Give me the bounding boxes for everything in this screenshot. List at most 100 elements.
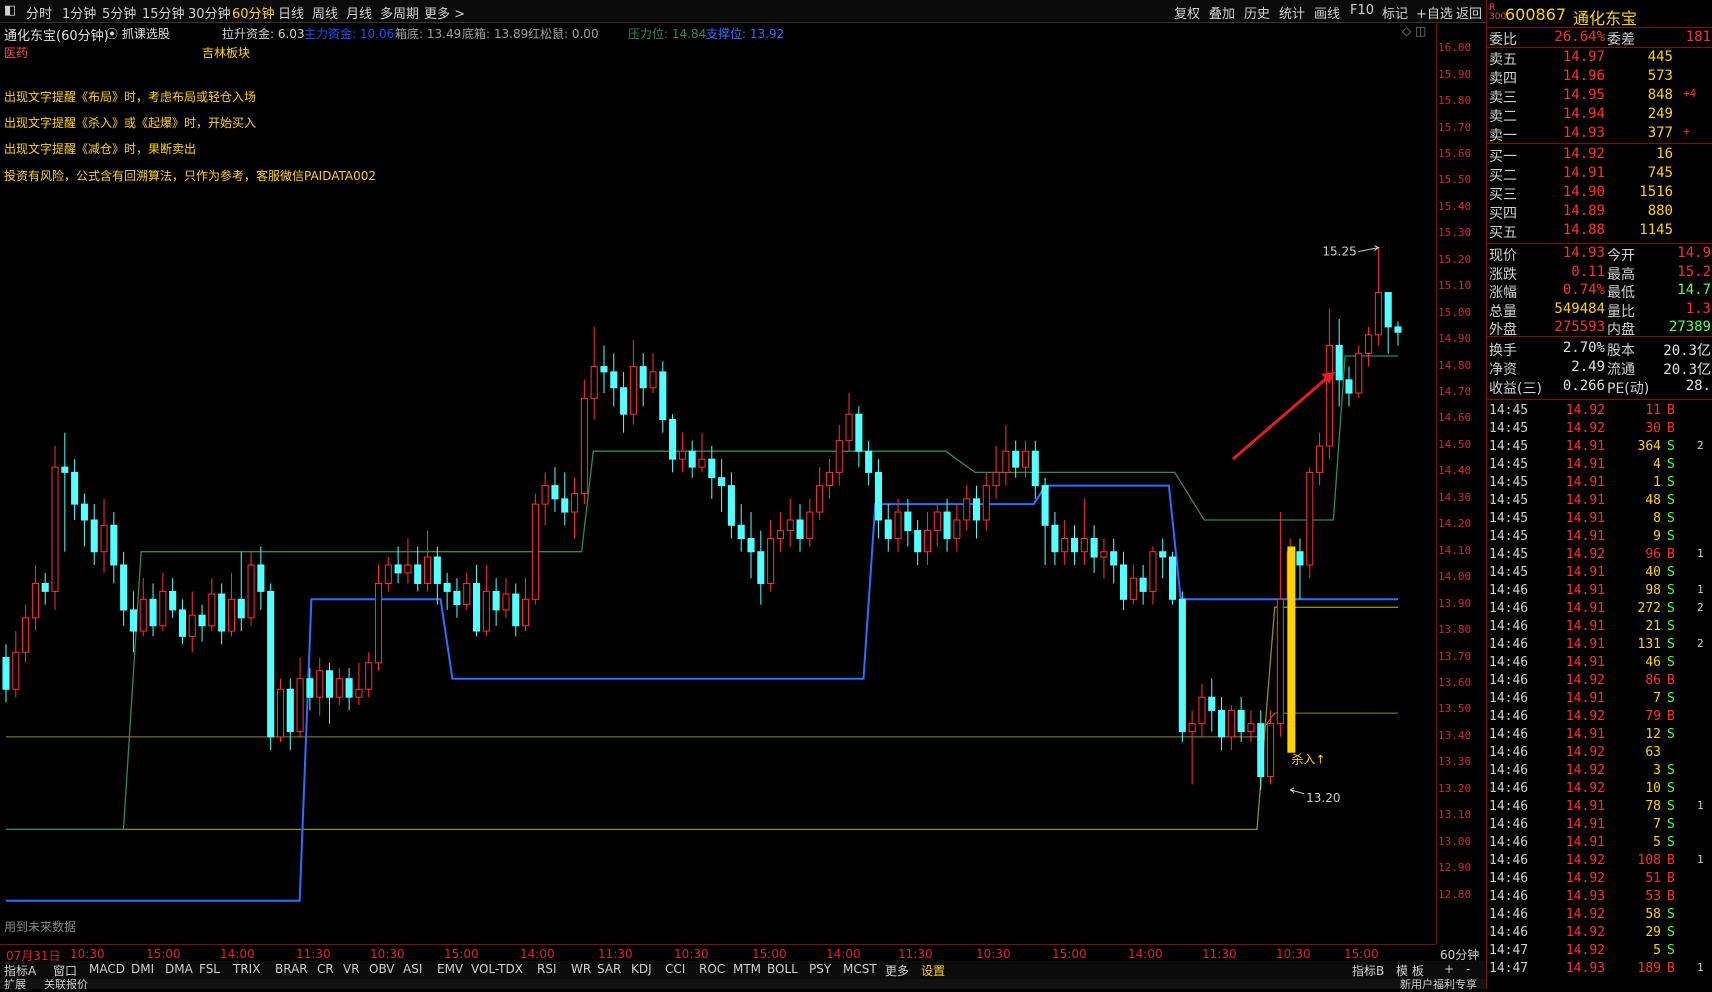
tab-15min[interactable]: 15分钟 [142, 3, 185, 22]
stats-button[interactable]: 统计 [1279, 3, 1305, 22]
overlay-button[interactable]: 叠加 [1209, 3, 1235, 22]
tick-time: 14:46 [1489, 799, 1529, 814]
tick-side: S [1667, 781, 1675, 796]
tab-multi-period[interactable]: 多周期 [380, 3, 419, 22]
tick-volume: 98 [1645, 583, 1661, 598]
tick-time: 14:46 [1489, 655, 1529, 670]
window-icon[interactable]: ◧ [4, 3, 16, 18]
indicator-tab-20[interactable]: MTM [733, 962, 761, 976]
candle-body [1227, 709, 1235, 738]
ask-label: 卖一 [1489, 128, 1517, 144]
low-marker-arrow [1289, 787, 1305, 795]
tick-side: S [1667, 655, 1675, 670]
indicator-tab-10[interactable]: OBV [369, 962, 395, 976]
tick-time: 14:46 [1489, 817, 1529, 832]
draw-line-button[interactable]: 画线 [1314, 3, 1340, 22]
candle-body [169, 590, 177, 611]
tab-fenshi[interactable]: 分时 [26, 3, 52, 22]
price-tick: 13.70 [1438, 649, 1472, 663]
indicator-tab-7[interactable]: BRAR [275, 962, 308, 976]
candle-body [218, 593, 226, 632]
tick-price: 14.92 [1565, 907, 1605, 922]
time-tick: 10:30 [976, 947, 1011, 961]
time-tick: 15:00 [752, 947, 787, 961]
tab-5min[interactable]: 5分钟 [102, 3, 136, 22]
indicator-tab-11[interactable]: ASI [403, 962, 422, 976]
candle-body [31, 582, 39, 619]
tab-weekly[interactable]: 周线 [312, 3, 338, 22]
back-button[interactable]: 返回 [1456, 3, 1482, 22]
f10-button[interactable]: F10 [1350, 3, 1374, 18]
indicator-tab-23[interactable]: MCST [843, 962, 877, 976]
add-watchlist-button[interactable]: +自选 [1416, 3, 1453, 22]
candle-body [776, 530, 784, 540]
indicator-right-2[interactable]: + [1444, 962, 1454, 976]
candle-body [384, 564, 392, 584]
bid-volume: 1145 [1639, 222, 1673, 238]
status-bar: 扩展 关联报价 新用户福利专享 [0, 976, 1712, 992]
indicator-right-0[interactable]: 指标B [1352, 962, 1384, 979]
mark-button[interactable]: 标记 [1382, 3, 1408, 22]
candle-body [512, 593, 520, 627]
indicator-tab-21[interactable]: BOLL [767, 962, 798, 976]
tick-price: 14.91 [1565, 475, 1605, 490]
indicator-tab-17[interactable]: KDJ [631, 962, 652, 976]
new-user-promo[interactable]: 新用户福利专享 [1400, 976, 1477, 992]
tab-monthly[interactable]: 月线 [346, 3, 372, 22]
candle-body [110, 524, 118, 566]
tick-price: 14.91 [1565, 601, 1605, 616]
tick-time: 14:46 [1489, 673, 1529, 688]
tick-time: 14:45 [1489, 547, 1529, 562]
tab-more[interactable]: 更多 > [424, 3, 465, 22]
indicator-tab-9[interactable]: VR [343, 962, 360, 976]
indicator-tab-16[interactable]: SAR [597, 962, 621, 976]
candle-body [1110, 551, 1118, 566]
stat-label: 涨跌 [1489, 266, 1517, 283]
tick-volume: 3 [1653, 763, 1661, 778]
stat-value: 2.70% [1562, 340, 1605, 356]
indicator-tab-19[interactable]: ROC [699, 962, 725, 976]
tick-volume: 51 [1645, 871, 1661, 886]
tick-count: 1 [1697, 547, 1704, 560]
candle-body [139, 598, 147, 632]
fuquan-button[interactable]: 复权 [1174, 3, 1200, 22]
indicator-right-3[interactable]: - [1466, 962, 1470, 976]
indicator-tab-15[interactable]: WR [571, 962, 591, 976]
related-quote-button[interactable]: 关联报价 [44, 976, 88, 992]
candlestick-chart[interactable]: 15.25 13.20 杀入↑ [0, 22, 1436, 944]
tab-30min[interactable]: 30分钟 [188, 3, 231, 22]
candle-body [923, 530, 932, 553]
indicator-tab-8[interactable]: CR [317, 962, 334, 976]
candle-body [345, 678, 353, 698]
indicator-tab-25[interactable]: 设置 [921, 962, 945, 979]
tab-daily[interactable]: 日线 [278, 3, 304, 22]
quote-panel: R 300 600867 通化东宝 委比 26.64% 委差 181 卖五 14.9… [1486, 0, 1712, 989]
expand-button[interactable]: 扩展 [4, 976, 26, 992]
indicator-tab-14[interactable]: RSI [537, 962, 557, 976]
indicator-tab-3[interactable]: DMI [131, 962, 154, 976]
weicha-label: 委差 [1607, 32, 1635, 48]
tick-side: S [1667, 619, 1675, 634]
candle-body [1365, 334, 1373, 354]
indicator-tab-4[interactable]: DMA [165, 962, 193, 976]
bid-volume: 880 [1647, 203, 1673, 219]
tick-time: 14:45 [1489, 403, 1529, 418]
candle-body [914, 530, 922, 553]
indicator-tab-13[interactable]: VOL-TDX [471, 962, 523, 976]
candle-body [208, 593, 216, 627]
badge-300: 300 [1489, 12, 1507, 22]
tab-60min[interactable]: 60分钟 [232, 3, 275, 22]
candle-body [992, 471, 1000, 487]
indicator-tab-18[interactable]: CCI [665, 962, 685, 976]
indicator-tab-12[interactable]: EMV [437, 962, 463, 976]
indicator-tab-6[interactable]: TRIX [233, 962, 260, 976]
indicator-tab-22[interactable]: PSY [809, 962, 831, 976]
tick-volume: 9 [1653, 529, 1661, 544]
indicator-tab-24[interactable]: 更多 [885, 962, 909, 979]
indicator-tab-2[interactable]: MACD [89, 962, 125, 976]
tick-side: S [1667, 637, 1675, 652]
history-button[interactable]: 历史 [1244, 3, 1270, 22]
stat-label: 量比 [1607, 303, 1635, 320]
indicator-tab-5[interactable]: FSL [199, 962, 220, 976]
tab-1min[interactable]: 1分钟 [62, 3, 96, 22]
